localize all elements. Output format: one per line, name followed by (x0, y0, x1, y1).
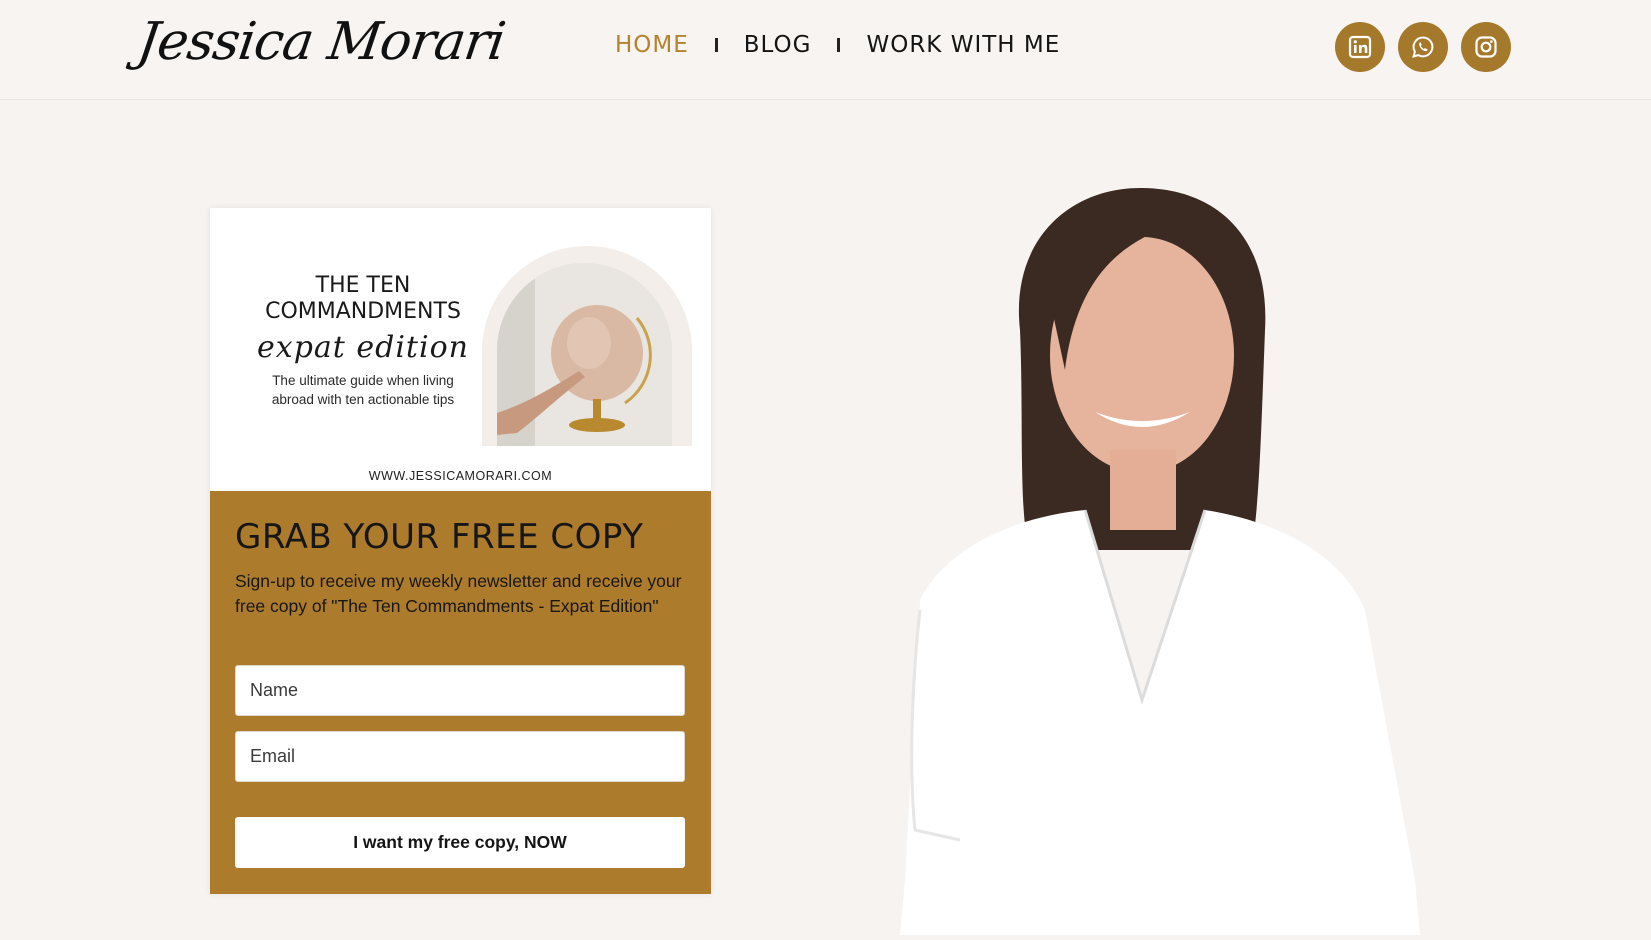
email-input[interactable] (235, 731, 685, 782)
ebook-cover: THE TEN COMMANDMENTS expat edition The u… (210, 208, 711, 491)
site-header: Jessica Morari HOME BLOG WORK WITH ME (0, 0, 1651, 100)
ebook-title-line: COMMANDMENTS (265, 299, 461, 324)
main-nav: HOME BLOG WORK WITH ME (615, 32, 1060, 58)
instagram-link[interactable] (1461, 22, 1511, 72)
linkedin-icon (1348, 35, 1372, 59)
instagram-icon (1475, 36, 1497, 58)
nav-home[interactable]: HOME (615, 32, 689, 58)
nav-separator (714, 38, 718, 52)
globe-illustration (497, 263, 672, 446)
submit-button[interactable]: I want my free copy, NOW (235, 817, 685, 868)
portrait-illustration (900, 188, 1420, 935)
signup-description: Sign-up to receive my weekly newsletter … (235, 571, 682, 616)
nav-blog[interactable]: BLOG (744, 32, 812, 58)
ebook-script-subtitle: expat edition (257, 330, 469, 365)
linkedin-link[interactable] (1335, 22, 1385, 72)
whatsapp-link[interactable] (1398, 22, 1448, 72)
portrait-photo (860, 180, 1500, 935)
ebook-url: WWW.JESSICAMORARI.COM (368, 469, 553, 483)
ebook-subtitle-line: abroad with ten actionable tips (271, 392, 455, 407)
name-input[interactable] (235, 665, 685, 716)
site-logo[interactable]: Jessica Morari (134, 12, 509, 72)
ebook-subtitle: The ultimate guide when living abroad wi… (238, 371, 488, 409)
globe-photo (497, 263, 672, 446)
ebook-subtitle-line: The ultimate guide when living (272, 373, 454, 388)
nav-separator (837, 38, 841, 52)
whatsapp-icon (1412, 36, 1434, 58)
nav-work-with-me[interactable]: WORK WITH ME (866, 32, 1060, 58)
signup-panel: GRAB YOUR FREE COPY Sign-up to receive m… (210, 491, 711, 894)
ebook-title: THE TEN COMMANDMENTS (228, 273, 498, 325)
ebook-title-line: THE TEN (315, 273, 411, 298)
social-links (1335, 22, 1511, 72)
signup-heading: GRAB YOUR FREE COPY (235, 517, 644, 557)
optin-card: THE TEN COMMANDMENTS expat edition The u… (210, 208, 711, 894)
